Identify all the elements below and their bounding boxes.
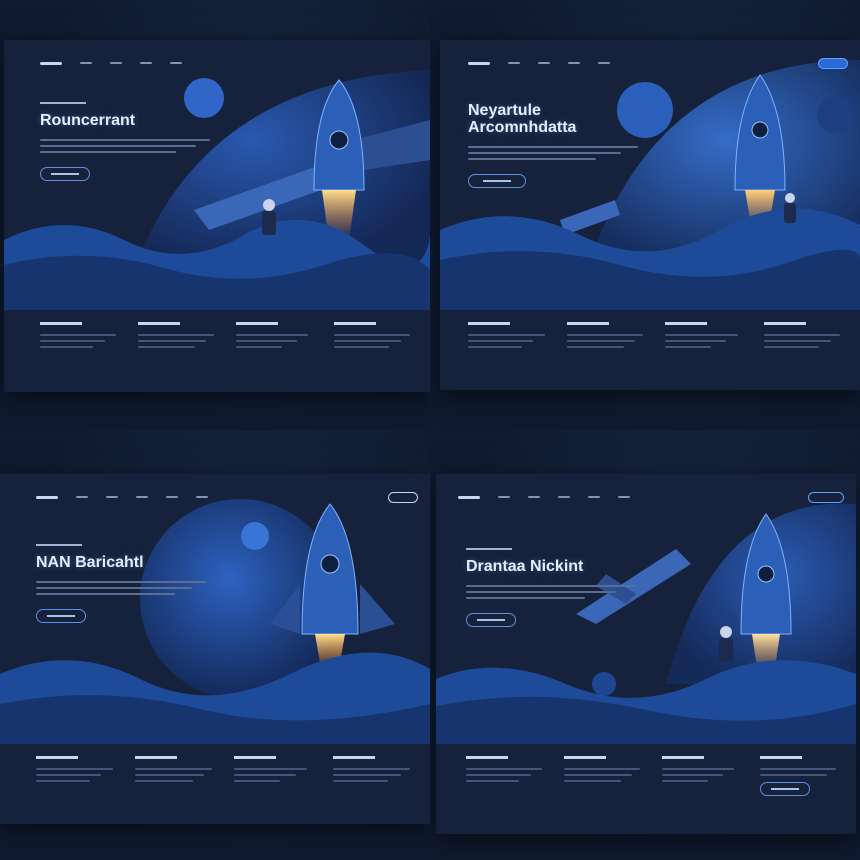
feature-column xyxy=(138,322,214,352)
overline xyxy=(466,548,512,550)
feature-column xyxy=(468,322,545,352)
logo[interactable] xyxy=(36,495,58,499)
landing-page-card: Neyartule Arcomnhdatta xyxy=(440,40,860,390)
feature-column xyxy=(665,322,742,352)
feature-column xyxy=(334,322,410,352)
hero-headline: Drantaa Nickint xyxy=(466,558,584,575)
feature-column xyxy=(236,322,312,352)
hero: Rouncerrant xyxy=(40,102,210,181)
overline xyxy=(40,102,86,104)
cta-button[interactable] xyxy=(466,613,516,627)
overline xyxy=(36,544,82,546)
logo[interactable] xyxy=(458,495,480,499)
nav-item[interactable] xyxy=(166,496,178,498)
landing-page-card: Drantaa Nickint xyxy=(436,474,856,834)
image-grid: Rouncerrant Neyartule Arcomnhdatta NAN B… xyxy=(0,0,860,860)
nav-item[interactable] xyxy=(538,62,550,64)
cta-button[interactable] xyxy=(40,167,90,181)
nav-cta-button[interactable] xyxy=(388,491,418,503)
nav-cta-button[interactable] xyxy=(818,57,848,69)
hero: Drantaa Nickint xyxy=(466,548,636,627)
logo[interactable] xyxy=(468,61,490,65)
landing-page-card: NAN Baricahtl xyxy=(0,474,430,824)
nav-item[interactable] xyxy=(528,496,540,498)
top-nav xyxy=(36,491,418,503)
hero-headline: Neyartule Arcomnhdatta xyxy=(468,102,577,136)
panel-4: Drantaa Nickint xyxy=(430,430,860,860)
panel-2: Neyartule Arcomnhdatta xyxy=(430,0,860,430)
nav-item[interactable] xyxy=(140,62,152,64)
nav-item[interactable] xyxy=(196,496,208,498)
feature-column xyxy=(234,756,311,786)
hero-headline: NAN Baricahtl xyxy=(36,554,144,571)
nav-item[interactable] xyxy=(498,496,510,498)
nav-item[interactable] xyxy=(80,62,92,64)
feature-column xyxy=(135,756,212,786)
nav-item[interactable] xyxy=(106,496,118,498)
hero-description xyxy=(40,139,210,153)
feature-column xyxy=(566,322,643,352)
top-nav xyxy=(468,57,848,69)
feature-columns xyxy=(40,322,410,352)
hero-description xyxy=(466,585,636,599)
astronaut-icon xyxy=(719,626,733,662)
top-nav xyxy=(458,491,844,503)
feature-columns xyxy=(36,756,410,786)
nav-item[interactable] xyxy=(136,496,148,498)
hero: Neyartule Arcomnhdatta xyxy=(468,102,638,188)
nav-cta-button[interactable] xyxy=(808,491,844,503)
panel-3: NAN Baricahtl xyxy=(0,430,430,860)
feature-column xyxy=(564,756,640,796)
nav-item[interactable] xyxy=(508,62,520,64)
nav-item[interactable] xyxy=(76,496,88,498)
nav-item[interactable] xyxy=(588,496,600,498)
hero-description xyxy=(36,581,206,595)
feature-column xyxy=(36,756,113,786)
astronaut-icon xyxy=(784,193,796,223)
nav-item[interactable] xyxy=(558,496,570,498)
cta-button[interactable] xyxy=(468,174,526,188)
feature-column xyxy=(466,756,542,796)
feature-columns xyxy=(466,756,836,796)
top-nav xyxy=(40,58,418,68)
hero-headline: Rouncerrant xyxy=(40,112,136,129)
logo[interactable] xyxy=(40,61,62,65)
astronaut-icon xyxy=(262,199,276,235)
hero: NAN Baricahtl xyxy=(36,544,206,623)
nav-item[interactable] xyxy=(618,496,630,498)
nav-item[interactable] xyxy=(110,62,122,64)
feature-column xyxy=(662,756,738,796)
feature-column xyxy=(333,756,410,786)
hero-description xyxy=(468,146,638,160)
cta-button[interactable] xyxy=(760,782,810,796)
feature-column xyxy=(760,756,836,796)
nav-item[interactable] xyxy=(170,62,182,64)
nav-item[interactable] xyxy=(598,62,610,64)
feature-column xyxy=(763,322,840,352)
panel-1: Rouncerrant xyxy=(0,0,430,430)
landing-page-card: Rouncerrant xyxy=(4,40,430,392)
feature-columns xyxy=(468,322,840,352)
cta-button[interactable] xyxy=(36,609,86,623)
feature-column xyxy=(40,322,116,352)
nav-item[interactable] xyxy=(568,62,580,64)
